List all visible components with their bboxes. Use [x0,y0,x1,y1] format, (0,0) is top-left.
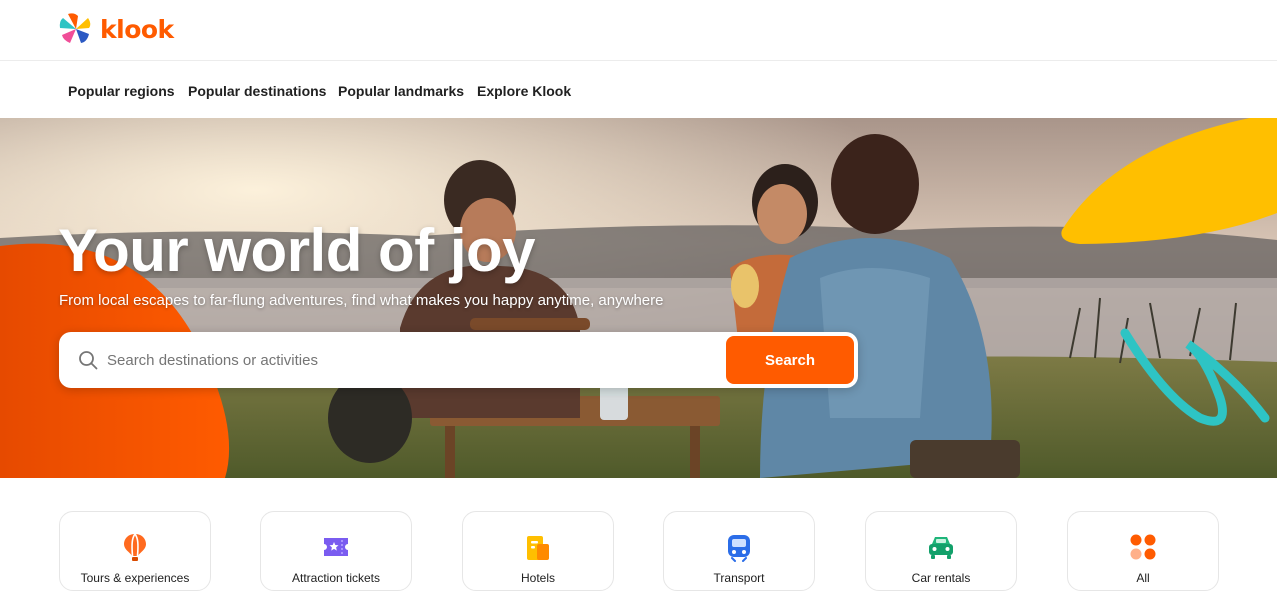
hero-title: Your world of joy [58,217,536,284]
nav-item-explore-klook[interactable]: Explore Klook [477,83,571,99]
grid-icon [1130,534,1156,560]
hero-subtitle: From local escapes to far-flung adventur… [59,292,664,309]
category-label: Attraction tickets [291,571,381,585]
search-bar: Search [59,332,858,388]
klook-logo[interactable]: klook [58,12,174,46]
ticket-icon [324,538,348,556]
category-label: Car rentals [911,571,971,585]
search-button[interactable]: Search [726,336,854,384]
category-hotels[interactable]: Hotels [462,511,614,591]
hotel-icon [527,536,549,560]
hero-banner: Your world of joy From local escapes to … [0,118,1277,478]
category-row: Tours & experiences Attraction tickets H… [0,478,1277,591]
category-label: All [1136,571,1150,585]
klook-logo-icon [59,13,91,43]
category-transport[interactable]: Transport [663,511,815,591]
category-label: Tours & experiences [80,571,190,585]
car-icon [929,537,953,559]
search-input[interactable] [107,340,717,380]
secondary-nav: Popular regions Popular destinations Pop… [0,61,1277,118]
category-car-rentals[interactable]: Car rentals [865,511,1017,591]
nav-item-popular-destinations[interactable]: Popular destinations [188,83,326,99]
search-icon [79,351,98,370]
category-attraction-tickets[interactable]: Attraction tickets [260,511,412,591]
brand-name: klook [100,14,174,44]
nav-item-popular-regions[interactable]: Popular regions [68,83,175,99]
top-header: klook [0,0,1277,61]
train-icon [728,535,750,562]
hot-air-balloon-icon [124,533,146,561]
category-all[interactable]: All [1067,511,1219,591]
category-tours-experiences[interactable]: Tours & experiences [59,511,211,591]
nav-item-popular-landmarks[interactable]: Popular landmarks [338,83,464,99]
category-label: Transport [713,571,765,585]
category-label: Hotels [520,571,555,585]
